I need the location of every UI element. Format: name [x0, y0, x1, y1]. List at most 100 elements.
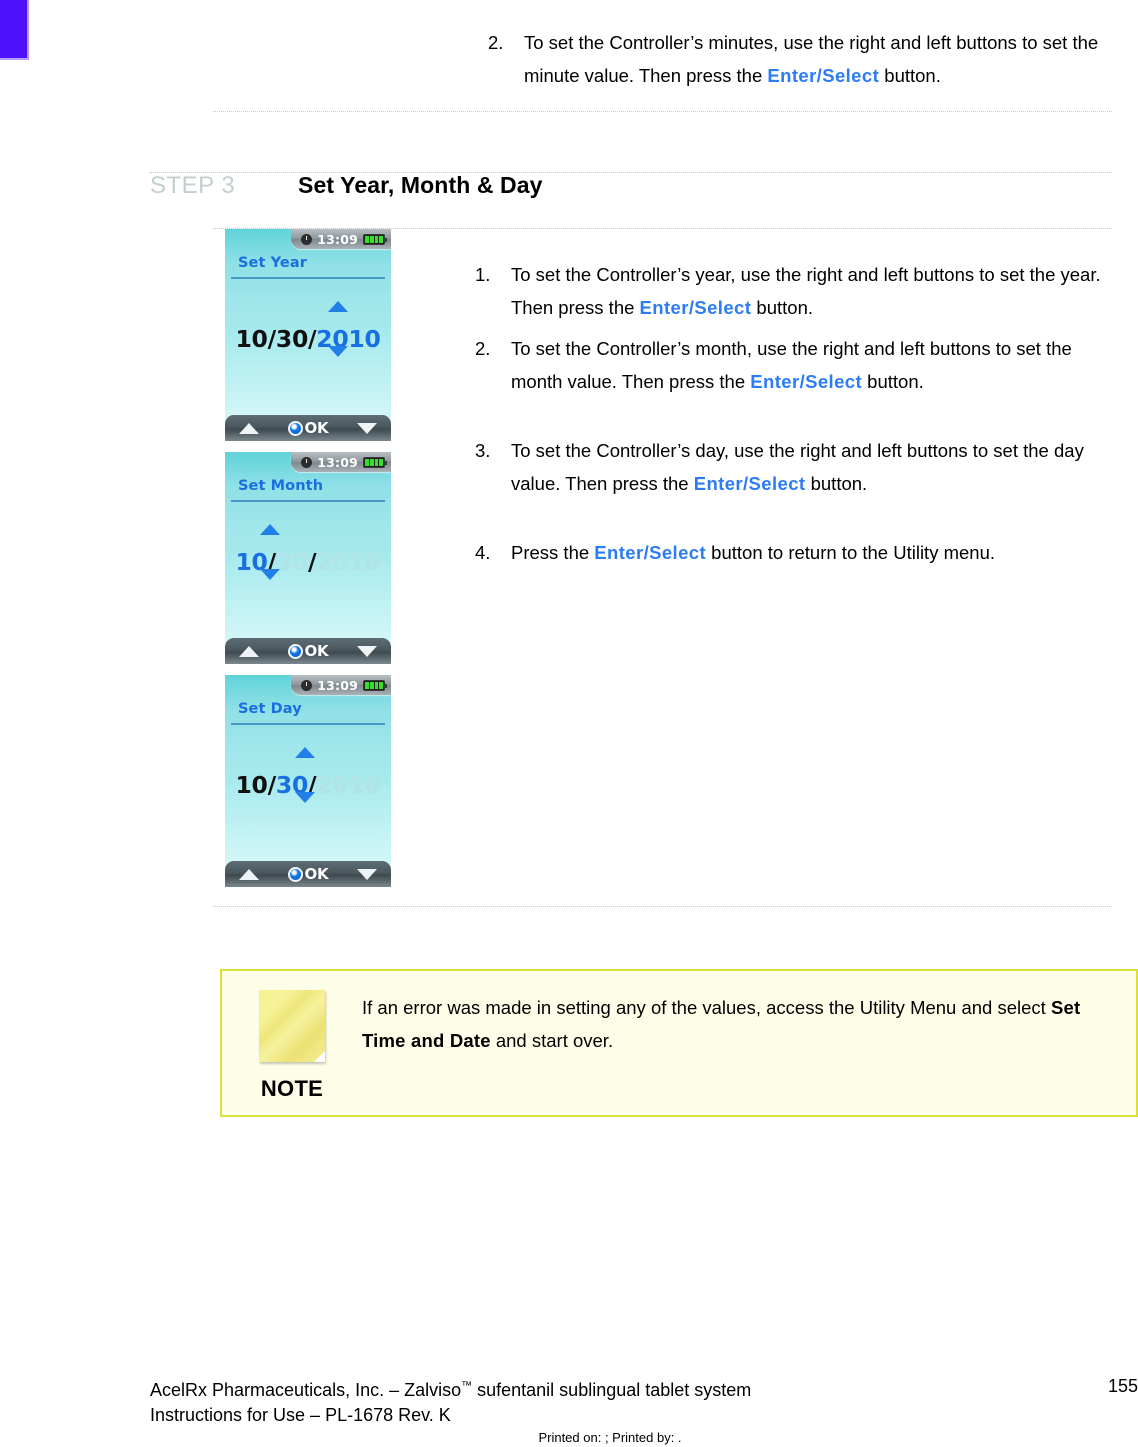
year-value: 2010	[316, 325, 381, 353]
softkey-bar: OK	[225, 415, 391, 441]
set-day-screen: 13:09 Set Day 10/30/2010 OK	[225, 675, 391, 887]
list-item-text-after: button to return to the Utility menu.	[706, 542, 996, 563]
list-item: 2. To set the Controller’s minutes, use …	[488, 26, 1112, 92]
step-heading: STEP 3 Set Year, Month & Day	[150, 172, 1112, 220]
status-time: 13:09	[317, 231, 358, 247]
battery-icon	[363, 679, 387, 691]
list-item-text: To set the Controller’s minutes, use the…	[524, 26, 1112, 92]
status-bar: 13:09	[291, 229, 391, 249]
enter-select-dot-icon[interactable]	[287, 866, 303, 882]
note-text: If an error was made in setting any of t…	[362, 971, 1136, 1057]
softkey-ok-button[interactable]: OK	[287, 419, 329, 437]
enter-select-dot-icon[interactable]	[287, 643, 303, 659]
divider-content-bottom	[213, 906, 1112, 907]
footer-product: sufentanil sublingual tablet system	[472, 1380, 752, 1400]
clock-icon	[301, 456, 313, 468]
enter-select-dot-icon[interactable]	[287, 420, 303, 436]
enter-select-highlight: Enter/Select	[767, 65, 880, 86]
note-callout: NOTE If an error was made in setting any…	[220, 969, 1138, 1117]
list-item-text-before: Press the	[511, 542, 595, 563]
year-value: 2010	[316, 548, 381, 576]
list-item: 2. To set the Controller’s month, use th…	[475, 332, 1112, 398]
day-value: 30	[275, 548, 308, 576]
screen-title: Set Day	[238, 701, 302, 717]
list-item-number: 1.	[475, 264, 491, 285]
softkey-down-icon[interactable]	[356, 868, 377, 880]
chevron-down-icon[interactable]	[328, 346, 348, 357]
instructions-list: 1. To set the Controller’s year, use the…	[393, 229, 1112, 575]
status-time: 13:09	[317, 677, 358, 693]
year-stepper-arrows[interactable]	[328, 301, 348, 357]
screen-title-rule	[231, 277, 385, 279]
chevron-up-icon[interactable]	[328, 301, 348, 312]
footer-lines: AcelRx Pharmaceuticals, Inc. – Zalviso™ …	[150, 1374, 1068, 1428]
screen-title-rule	[231, 723, 385, 725]
page-footer: AcelRx Pharmaceuticals, Inc. – Zalviso™ …	[150, 1374, 1138, 1447]
clock-icon	[301, 233, 313, 245]
content-zone: 13:09 Set Year 10/30/2010 OK 13:09 Set M…	[213, 229, 1112, 898]
softkey-ok-button[interactable]: OK	[287, 865, 329, 883]
note-icon-column: NOTE	[222, 971, 362, 1102]
softkey-ok-button[interactable]: OK	[287, 642, 329, 660]
list-item-text-after: button.	[879, 65, 941, 86]
clock-icon	[301, 679, 313, 691]
softkey-up-icon[interactable]	[239, 422, 259, 434]
enter-select-highlight: Enter/Select	[639, 297, 752, 318]
set-month-screen: 13:09 Set Month 10/30/2010 OK	[225, 452, 391, 664]
chevron-down-icon[interactable]	[260, 569, 280, 580]
softkey-down-icon[interactable]	[356, 645, 377, 657]
page-corner-mark	[0, 0, 29, 60]
softkey-ok-label: OK	[304, 419, 329, 437]
screen-title: Set Year	[238, 255, 307, 271]
enter-select-highlight: Enter/Select	[693, 473, 806, 494]
list-item: 1. To set the Controller’s year, use the…	[475, 258, 1112, 324]
chevron-down-icon[interactable]	[295, 792, 315, 803]
status-bar: 13:09	[291, 452, 391, 472]
list-item-number: 2.	[475, 338, 491, 359]
date-value: 10/30/2010	[235, 325, 381, 353]
month-value: 10	[235, 325, 268, 353]
divider-top	[213, 111, 1112, 112]
softkey-ok-label: OK	[304, 642, 329, 660]
list-item-text-after: button.	[805, 473, 868, 494]
year-value: 2010	[316, 771, 381, 799]
chevron-up-icon[interactable]	[295, 747, 315, 758]
device-screens-column: 13:09 Set Year 10/30/2010 OK 13:09 Set M…	[213, 229, 393, 898]
softkey-bar: OK	[225, 861, 391, 887]
trademark-symbol: ™	[461, 1380, 473, 1392]
chevron-up-icon[interactable]	[260, 524, 280, 535]
month-value: 10	[235, 771, 268, 799]
page-title: Set Year, Month & Day	[298, 172, 543, 198]
list-item-text: To set the Controller’s month, use the r…	[511, 332, 1112, 398]
list-item-text-after: button.	[862, 371, 924, 392]
date-value: 10/30/2010	[235, 548, 381, 576]
day-value: 30	[275, 325, 308, 353]
footer-company: AcelRx Pharmaceuticals, Inc. – Zalviso	[150, 1380, 462, 1400]
continuation-list: 2. To set the Controller’s minutes, use …	[488, 26, 1112, 98]
list-item: 4. Press the Enter/Select button to retu…	[475, 536, 1112, 569]
list-item-number: 3.	[475, 440, 491, 461]
list-item-text-after: button.	[751, 297, 814, 318]
softkey-ok-label: OK	[304, 865, 329, 883]
status-time: 13:09	[317, 454, 358, 470]
month-stepper-arrows[interactable]	[260, 524, 280, 580]
list-item-text: To set the Controller’s year, use the ri…	[511, 258, 1112, 324]
softkey-bar: OK	[225, 638, 391, 664]
note-text-before: If an error was made in setting any of t…	[362, 997, 1051, 1018]
page-number: 155	[1107, 1376, 1138, 1396]
softkey-down-icon[interactable]	[356, 422, 377, 434]
note-label: NOTE	[260, 1076, 324, 1101]
day-stepper-arrows[interactable]	[295, 747, 315, 803]
sticky-note-icon	[259, 990, 325, 1062]
footer-line-2: Instructions for Use – PL-1678 Rev. K	[150, 1405, 451, 1425]
softkey-up-icon[interactable]	[239, 868, 259, 880]
enter-select-highlight: Enter/Select	[750, 371, 863, 392]
screen-title: Set Month	[238, 478, 324, 494]
footer-printed-on: Printed on: ; Printed by: .	[538, 1430, 682, 1445]
note-text-after: and start over.	[490, 1030, 614, 1051]
step-label: STEP 3	[150, 172, 236, 199]
softkey-up-icon[interactable]	[239, 645, 259, 657]
list-item-number: 2.	[488, 32, 504, 53]
enter-select-highlight: Enter/Select	[594, 542, 707, 563]
battery-icon	[363, 233, 387, 245]
